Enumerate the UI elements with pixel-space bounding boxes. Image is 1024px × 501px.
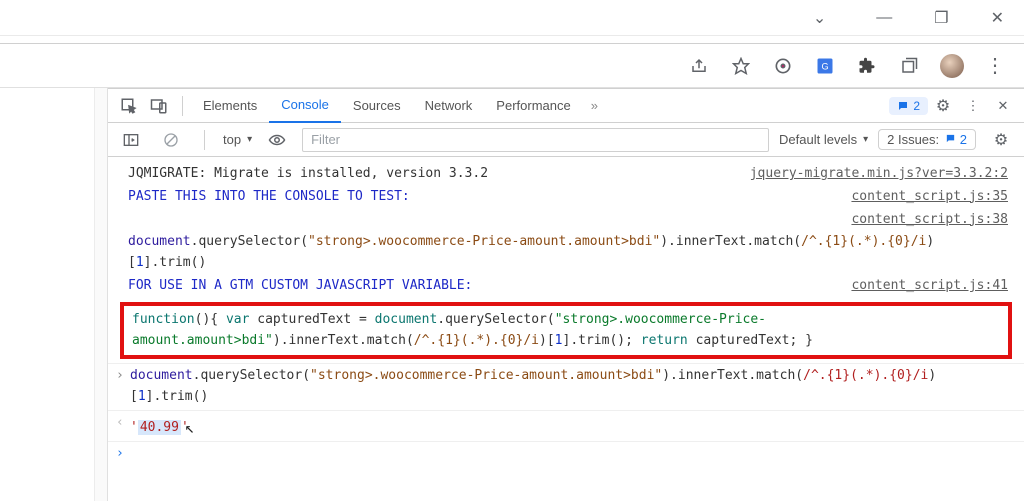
devtools-settings-icon[interactable]: ⚙ xyxy=(930,93,956,119)
issues-label: 2 Issues: xyxy=(887,132,939,147)
device-toggle-icon[interactable] xyxy=(146,93,172,119)
issues-count: 2 xyxy=(960,132,967,147)
log-line: PASTE THIS INTO THE CONSOLE TO TEST: con… xyxy=(108,186,1024,209)
clear-console-icon[interactable] xyxy=(158,127,184,153)
log-line: FOR USE IN A GTM CUSTOM JAVASCRIPT VARIA… xyxy=(108,275,1024,298)
result-value: '40.99'↖ xyxy=(130,413,1008,439)
maximize-button[interactable]: ❐ xyxy=(934,8,948,28)
log-code: document.querySelector("strong>.woocomme… xyxy=(130,366,1008,408)
messages-badge[interactable]: 2 xyxy=(889,97,928,115)
highlighted-code-box: function(){ var capturedText = document.… xyxy=(120,302,1012,360)
devtools-menu-icon[interactable]: ⋮ xyxy=(960,93,986,119)
tab-elements[interactable]: Elements xyxy=(191,89,269,123)
log-text: PASTE THIS INTO THE CONSOLE TO TEST: xyxy=(128,187,831,208)
recent-tabs-icon[interactable] xyxy=(898,55,920,77)
browser-tabstrip xyxy=(0,36,1024,44)
scroll-up-icon[interactable]: ▲ xyxy=(96,90,105,100)
share-icon[interactable] xyxy=(688,55,710,77)
window-titlebar: ⌄ — ❐ ✕ xyxy=(0,0,1024,36)
console-output[interactable]: JQMIGRATE: Migrate is installed, version… xyxy=(108,157,1024,501)
console-settings-icon[interactable]: ⚙ xyxy=(988,127,1014,153)
output-caret-icon: ‹ xyxy=(116,413,130,434)
context-selector[interactable]: top xyxy=(223,132,252,147)
tab-network[interactable]: Network xyxy=(413,89,485,123)
toggle-sidebar-icon[interactable] xyxy=(118,127,144,153)
tab-console[interactable]: Console xyxy=(269,89,341,123)
log-line: content_script.js:38 xyxy=(108,209,1024,232)
inspect-icon[interactable] xyxy=(116,93,142,119)
console-result: ‹ '40.99'↖ xyxy=(108,410,1024,441)
log-text: JQMIGRATE: Migrate is installed, version… xyxy=(128,164,730,185)
tab-sources[interactable]: Sources xyxy=(341,89,413,123)
source-link[interactable]: jquery-migrate.min.js?ver=3.3.2:2 xyxy=(750,164,1008,185)
devtools-close-icon[interactable]: ✕ xyxy=(990,93,1016,119)
log-line: JQMIGRATE: Migrate is installed, version… xyxy=(108,163,1024,186)
window-close-button[interactable]: ✕ xyxy=(991,8,1004,28)
extensions-icon[interactable] xyxy=(856,55,878,77)
main-area: ▲ Elements Console Sources Network Perfo… xyxy=(0,88,1024,501)
filter-input[interactable]: Filter xyxy=(302,128,769,152)
filter-placeholder: Filter xyxy=(311,132,340,147)
live-expression-icon[interactable] xyxy=(264,127,290,153)
console-input-echo: › document.querySelector("strong>.woocom… xyxy=(108,363,1024,410)
log-code: document.querySelector("strong>.woocomme… xyxy=(128,232,1008,274)
more-tabs-icon[interactable]: » xyxy=(591,98,598,113)
messages-count: 2 xyxy=(913,99,920,113)
page-viewport-sliver: ▲ xyxy=(0,88,108,501)
source-link[interactable]: content_script.js:35 xyxy=(851,187,1008,208)
separator xyxy=(204,130,205,150)
devtools-panel: Elements Console Sources Network Perform… xyxy=(108,88,1024,501)
chevron-down-icon[interactable]: ⌄ xyxy=(813,8,826,28)
star-icon[interactable] xyxy=(730,55,752,77)
log-levels-selector[interactable]: Default levels xyxy=(779,132,868,147)
console-prompt[interactable]: › xyxy=(108,441,1024,467)
console-filterbar: top Filter Default levels 2 Issues: 2 ⚙ xyxy=(108,123,1024,157)
devtools-tabs: Elements Console Sources Network Perform… xyxy=(108,89,1024,123)
source-link[interactable]: content_script.js:38 xyxy=(851,210,1008,231)
svg-text:G: G xyxy=(821,61,828,71)
issues-badge[interactable]: 2 Issues: 2 xyxy=(878,129,976,150)
tab-performance[interactable]: Performance xyxy=(484,89,582,123)
log-code: function(){ var capturedText = document.… xyxy=(132,312,813,348)
mouse-cursor-icon: ↖ xyxy=(185,418,195,437)
browser-menu-icon[interactable]: ⋮ xyxy=(984,55,1006,77)
translate-icon[interactable]: G xyxy=(814,55,836,77)
input-caret-icon: › xyxy=(116,366,130,387)
source-link[interactable]: content_script.js:41 xyxy=(851,276,1008,297)
separator xyxy=(182,96,183,116)
log-text: FOR USE IN A GTM CUSTOM JAVASCRIPT VARIA… xyxy=(128,276,831,297)
target-icon[interactable] xyxy=(772,55,794,77)
log-line: document.querySelector("strong>.woocomme… xyxy=(108,231,1024,275)
prompt-caret-icon: › xyxy=(116,444,130,465)
browser-toolbar: G ⋮ xyxy=(0,44,1024,88)
profile-avatar[interactable] xyxy=(940,54,964,78)
minimize-button[interactable]: — xyxy=(876,9,892,27)
